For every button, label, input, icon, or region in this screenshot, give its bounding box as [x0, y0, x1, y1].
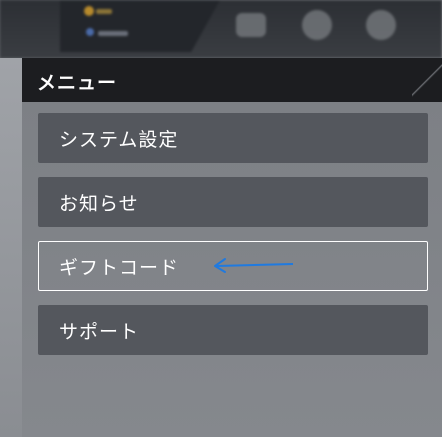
support-label: サポート: [59, 321, 140, 343]
menu-title: メニュー: [37, 72, 118, 94]
announcements-button[interactable]: お知らせ: [38, 177, 428, 227]
announcements-label: お知らせ: [59, 193, 139, 215]
gem-icon: [86, 28, 94, 36]
background-edge: [0, 58, 22, 437]
gem-amount: [98, 31, 128, 36]
system-settings-button[interactable]: システム設定: [38, 113, 428, 163]
menu-header: メニュー: [22, 58, 442, 102]
game-hud-bar: [0, 0, 442, 58]
support-button[interactable]: サポート: [38, 305, 428, 355]
gold-coin-icon: [84, 6, 94, 16]
gift-code-label: ギフトコード: [59, 257, 180, 279]
arrow-left-icon: [214, 258, 294, 273]
wrench-icon[interactable]: [302, 10, 332, 40]
gift-code-button[interactable]: ギフトコード: [38, 241, 428, 291]
mail-icon[interactable]: [236, 13, 266, 37]
gear-icon[interactable]: [366, 10, 396, 40]
system-settings-label: システム設定: [59, 129, 179, 151]
menu-panel: メニュー システム設定 お知らせ ギフトコード サポート: [22, 58, 442, 437]
gold-amount: [96, 9, 112, 14]
